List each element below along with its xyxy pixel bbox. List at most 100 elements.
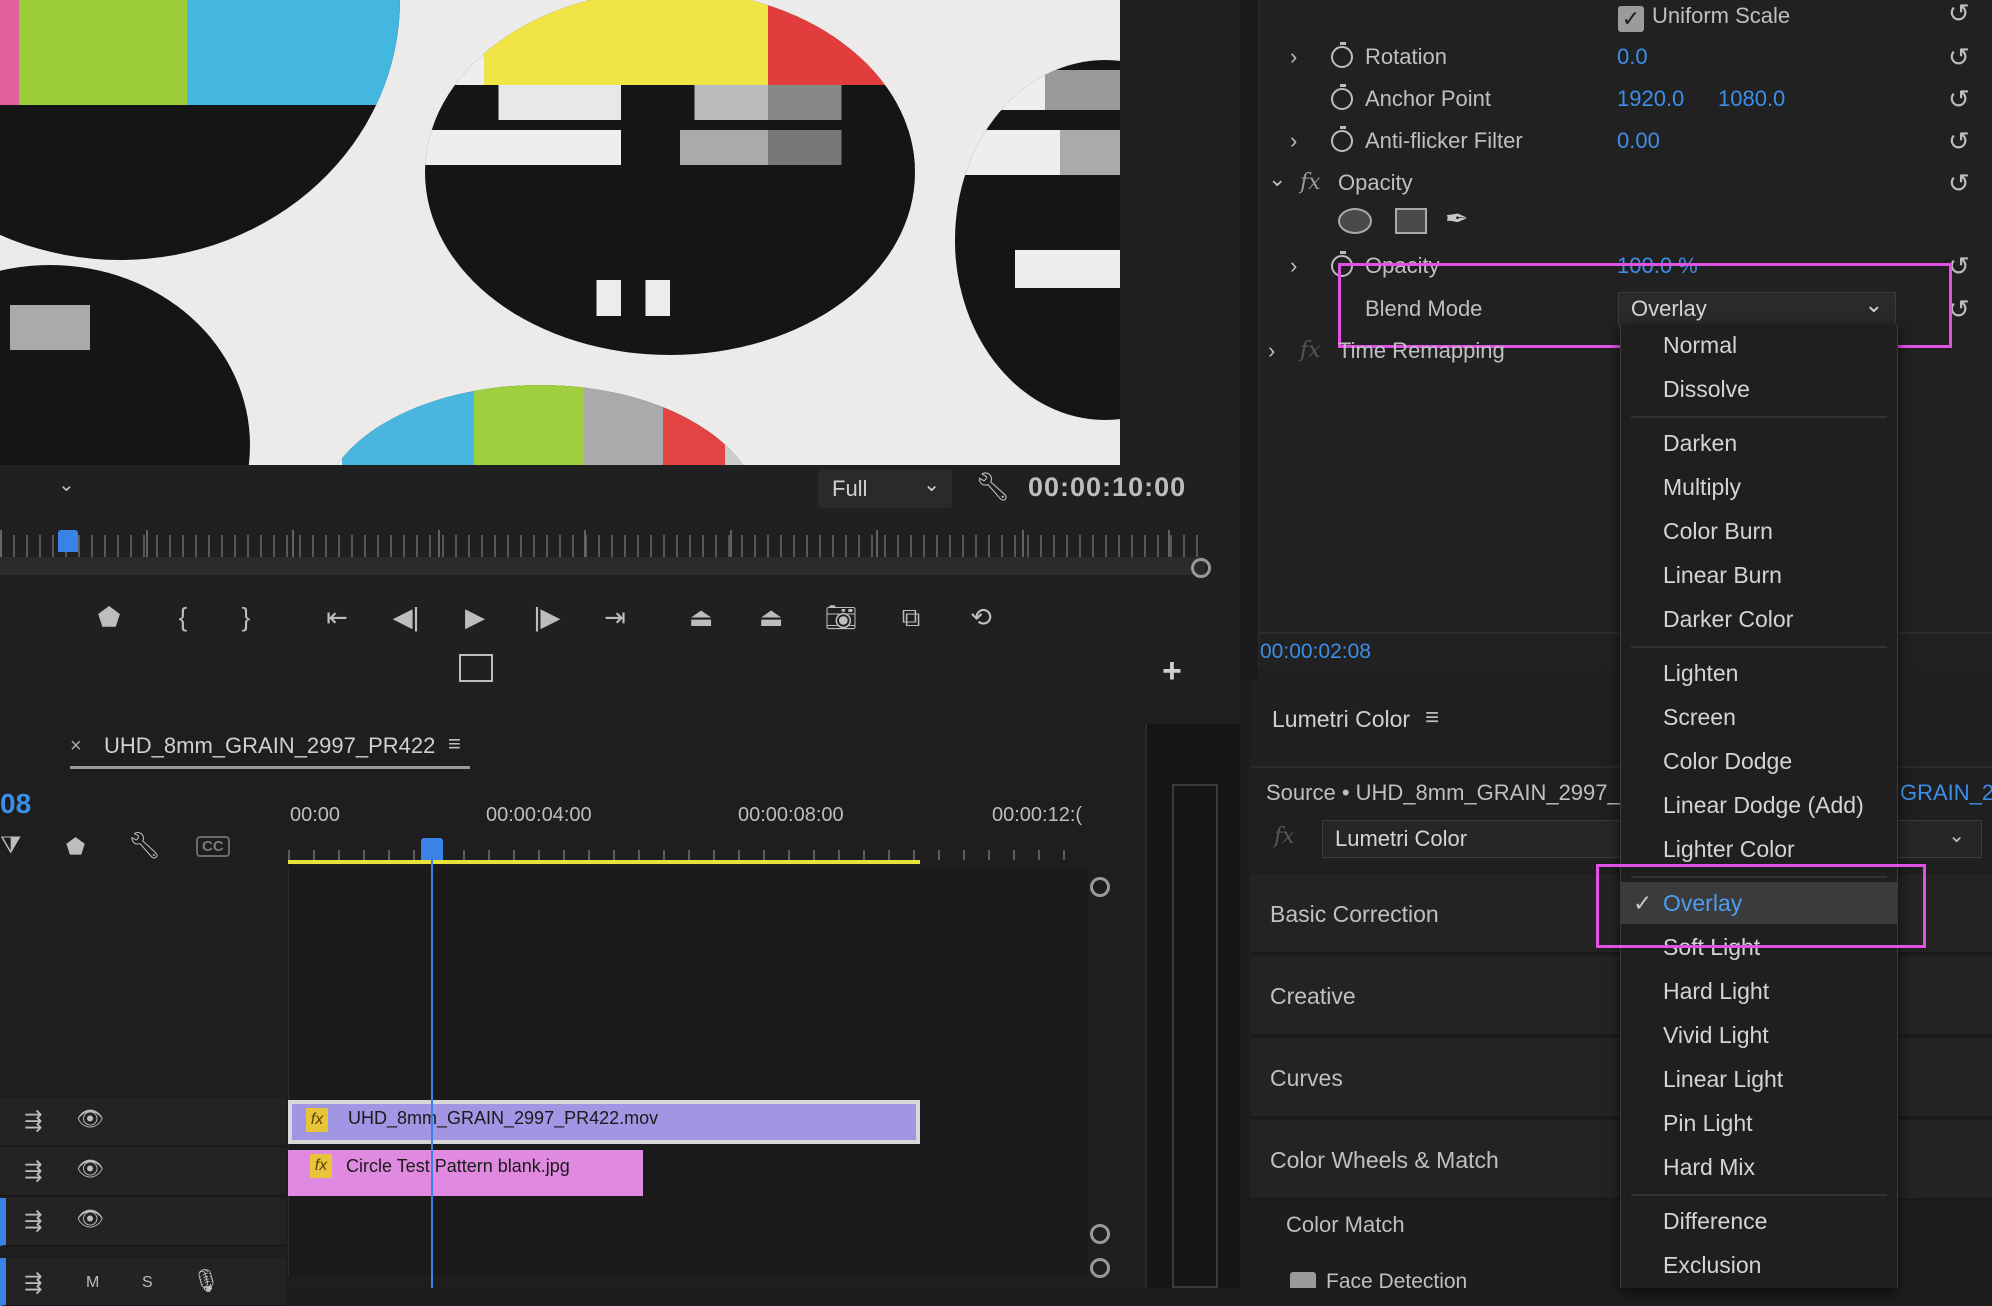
mark-out-button[interactable]: } [223, 600, 269, 634]
add-marker-icon[interactable]: ⬟ [66, 834, 85, 860]
menu-item[interactable]: Lighten [1621, 652, 1897, 694]
menu-item[interactable]: Linear Burn [1621, 554, 1897, 596]
export-frame-camera-icon[interactable]: 📷︎ [818, 600, 864, 634]
monitor-scrubber[interactable] [0, 557, 1205, 575]
wrench-icon[interactable]: 🔧︎ [128, 830, 161, 861]
work-area-bar[interactable] [288, 860, 920, 864]
add-marker-button[interactable]: ⬟ [86, 600, 132, 634]
scroll-handle[interactable] [1090, 1224, 1110, 1244]
scroll-handle[interactable] [1090, 877, 1110, 897]
eye-icon[interactable]: 👁︎ [76, 1106, 104, 1132]
reset-icon[interactable]: ↺ [1948, 120, 1970, 162]
comparison-view-button[interactable]: ⧉ [888, 600, 934, 634]
clip[interactable]: fx UHD_8mm_GRAIN_2997_PR422.mov [288, 1100, 920, 1144]
lift-button[interactable]: ⏏ [678, 600, 724, 634]
program-timecode[interactable]: 00:00:10:00 [1028, 472, 1186, 503]
track-header-v1[interactable]: ⇶ 👁︎ [0, 1198, 286, 1246]
reset-icon[interactable]: ↺ [1948, 0, 1970, 34]
microphone-icon[interactable]: 🎙︎ [192, 1268, 220, 1294]
clip[interactable]: fx Circle Test Pattern blank.jpg [288, 1150, 643, 1196]
menu-icon[interactable]: ≡ [448, 731, 461, 757]
mark-in-button[interactable]: { [160, 600, 206, 634]
collapse-chevron-icon[interactable]: ⌄ [1268, 158, 1286, 200]
toggle-sync-lock-icon[interactable]: ⇶ [24, 1108, 42, 1134]
menu-icon[interactable]: ≡ [1425, 704, 1439, 732]
safe-margins-button[interactable] [459, 654, 493, 682]
snap-icon[interactable]: ⧩ [0, 832, 21, 860]
track-header-v2[interactable]: ⇶ 👁︎ [0, 1148, 286, 1196]
menu-item[interactable]: Color Burn [1621, 510, 1897, 552]
go-to-in-button[interactable]: ⇤ [314, 600, 360, 634]
toggle-sync-lock-icon[interactable]: ⇶ [24, 1270, 42, 1296]
play-button[interactable]: ▶ [452, 600, 498, 634]
eye-icon[interactable]: 👁︎ [76, 1206, 104, 1232]
eye-icon[interactable]: 👁︎ [76, 1156, 104, 1182]
menu-item[interactable]: Multiply [1621, 466, 1897, 508]
extract-button[interactable]: ⏏ [748, 600, 794, 634]
menu-item[interactable]: Hard Mix [1621, 1146, 1897, 1188]
fx-icon[interactable]: fx [1300, 162, 1321, 204]
fx-badge-icon[interactable]: fx [310, 1154, 332, 1178]
close-icon[interactable]: × [70, 735, 82, 758]
toggle-proxies-button[interactable]: ⟲ [958, 600, 1004, 634]
ellipse-mask-icon[interactable] [1338, 208, 1372, 234]
stopwatch-icon[interactable] [1331, 84, 1353, 110]
timeline-timecode[interactable]: 08 [0, 788, 31, 820]
anti-flicker-value[interactable]: 0.00 [1617, 120, 1660, 162]
toggle-sync-lock-icon[interactable]: ⇶ [24, 1208, 42, 1234]
pen-mask-icon[interactable]: ✒ [1445, 202, 1468, 235]
menu-item[interactable]: Difference [1621, 1200, 1897, 1242]
add-button-icon[interactable]: + [1162, 652, 1182, 691]
wrench-icon[interactable]: 🔧︎ [975, 470, 1011, 503]
menu-item[interactable]: Darken [1621, 422, 1897, 464]
sequence-tab[interactable]: × UHD_8mm_GRAIN_2997_PR422 ≡ [70, 727, 470, 769]
expand-chevron-icon[interactable]: › [1290, 245, 1297, 287]
scroll-handle[interactable] [1090, 1258, 1110, 1278]
anchor-x-value[interactable]: 1920.0 [1617, 78, 1684, 120]
rectangle-mask-icon[interactable] [1395, 208, 1427, 234]
solo-button[interactable]: S [142, 1274, 153, 1292]
track-header-v3[interactable]: ⇶ 👁︎ [0, 1098, 286, 1146]
mute-button[interactable]: M [86, 1274, 99, 1292]
menu-item[interactable]: Hard Light [1621, 970, 1897, 1012]
reset-icon[interactable]: ↺ [1948, 36, 1970, 78]
panel-title[interactable]: Lumetri Color [1272, 706, 1410, 733]
reset-icon[interactable]: ↺ [1948, 78, 1970, 120]
stopwatch-icon[interactable] [1331, 42, 1353, 68]
uniform-scale-checkbox[interactable]: ✓ [1618, 6, 1644, 32]
expand-chevron-icon[interactable]: › [1268, 330, 1275, 372]
fx-badge-icon[interactable]: fx [306, 1108, 328, 1132]
color-match-label[interactable]: Color Match [1286, 1212, 1405, 1238]
menu-item[interactable]: Darker Color [1621, 598, 1897, 640]
go-to-out-button[interactable]: ⇥ [592, 600, 638, 634]
menu-item[interactable]: Normal [1621, 324, 1897, 366]
menu-item[interactable]: Pin Light [1621, 1102, 1897, 1144]
captions-icon[interactable]: CC [196, 836, 230, 857]
resolution-dropdown[interactable]: Full ⌄ [818, 470, 952, 508]
monitor-playhead[interactable] [58, 530, 78, 552]
toggle-sync-lock-icon[interactable]: ⇶ [24, 1158, 42, 1184]
menu-item[interactable]: Screen [1621, 696, 1897, 738]
menu-item[interactable]: Linear Dodge (Add) [1621, 784, 1897, 826]
effect-controls-timecode[interactable]: 00:00:02:08 [1260, 640, 1371, 664]
expand-chevron-icon[interactable]: › [1290, 120, 1297, 162]
face-detection-checkbox[interactable] [1290, 1272, 1316, 1288]
menu-item[interactable]: Vivid Light [1621, 1014, 1897, 1056]
step-forward-button[interactable]: |▶ [524, 600, 570, 634]
timeline-playhead-handle[interactable] [421, 838, 443, 860]
menu-item[interactable]: Dissolve [1621, 368, 1897, 410]
step-back-button[interactable]: ◀| [383, 600, 429, 634]
zoom-handle[interactable] [1191, 558, 1211, 578]
menu-item[interactable]: Linear Light [1621, 1058, 1897, 1100]
timeline-ruler[interactable]: 00:00 00:00:04:00 00:00:08:00 00:00:12:( [288, 804, 1088, 866]
menu-item[interactable]: Exclusion [1621, 1244, 1897, 1286]
rotation-value[interactable]: 0.0 [1617, 36, 1648, 78]
stopwatch-icon[interactable] [1331, 126, 1353, 152]
menu-item[interactable]: Color Dodge [1621, 740, 1897, 782]
anchor-y-value[interactable]: 1080.0 [1718, 78, 1785, 120]
zoom-dropdown-chevron-icon[interactable]: ⌄ [58, 472, 75, 497]
fx-icon[interactable]: fx [1274, 824, 1295, 849]
track-header-a1[interactable]: ⇶ M S 🎙︎ [0, 1258, 286, 1306]
reset-icon[interactable]: ↺ [1948, 162, 1970, 204]
expand-chevron-icon[interactable]: › [1290, 36, 1297, 78]
